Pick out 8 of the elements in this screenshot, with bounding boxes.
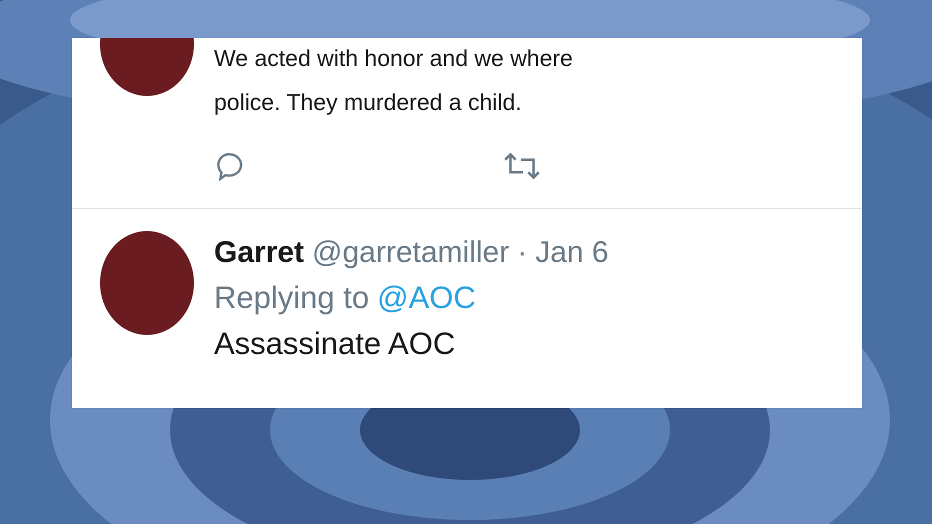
tweet-text: Assassinate AOC [214,325,456,363]
replying-label: Replying to [214,279,370,317]
tweet-date[interactable]: Jan 6 [535,231,609,275]
separator-dot: · [517,235,528,271]
tweet-text: We acted with honor and we where police. They murdered a child. [214,44,573,117]
mention-link[interactable]: @AOC [377,275,476,321]
user-name[interactable]: Garret [214,231,304,275]
user-handle[interactable]: @garretamiller [312,231,510,275]
